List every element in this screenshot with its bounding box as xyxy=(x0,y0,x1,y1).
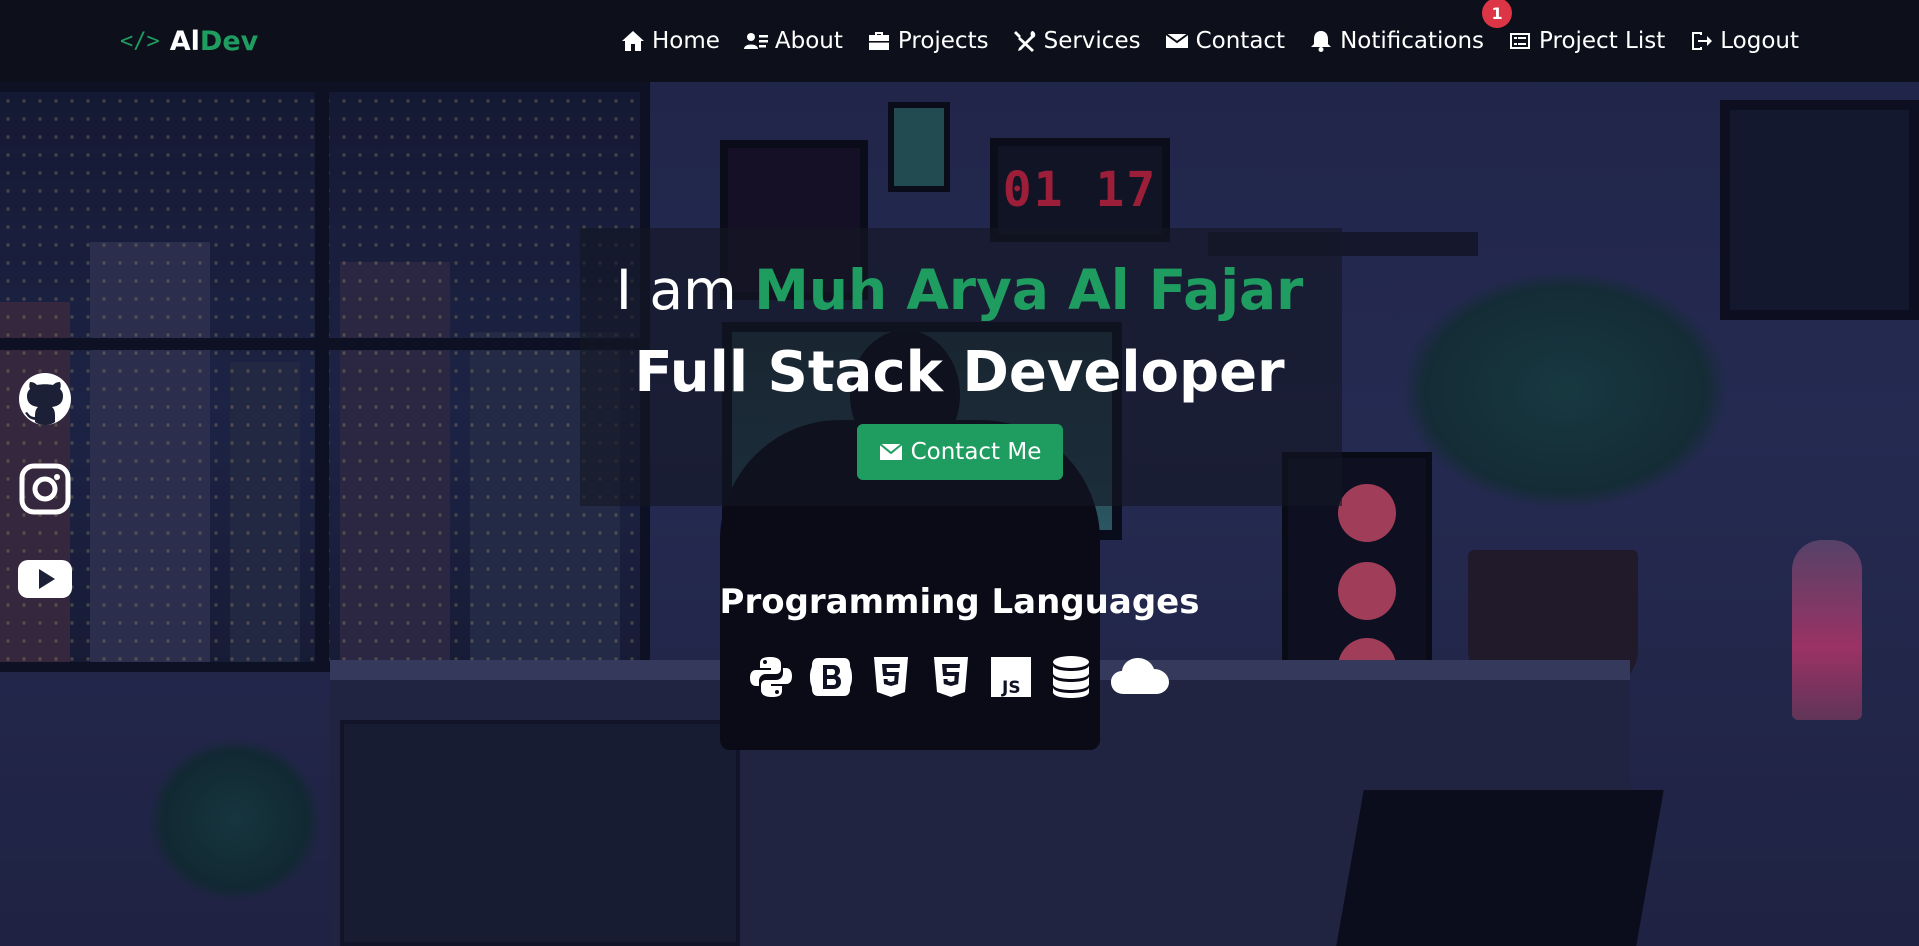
hero-greeting: I am Muh Arya Al Fajar xyxy=(0,258,1919,322)
list-icon xyxy=(1508,30,1532,52)
database-icon xyxy=(1048,654,1094,700)
nav-logout-label: Logout xyxy=(1720,28,1799,54)
logout-icon xyxy=(1689,30,1713,52)
nav-contact[interactable]: Contact xyxy=(1165,28,1285,54)
code-icon: </> xyxy=(120,28,160,54)
nav-project-list[interactable]: Project List xyxy=(1508,28,1665,54)
hero-role: Full Stack Developer xyxy=(634,340,1285,405)
nav-notifications[interactable]: Notifications 1 xyxy=(1309,0,1513,54)
nav-logout[interactable]: Logout xyxy=(1689,28,1799,54)
social-links xyxy=(16,372,74,606)
nav-services[interactable]: Services xyxy=(1013,28,1141,54)
instagram-icon xyxy=(19,463,71,515)
cloud-icon xyxy=(1108,654,1172,700)
github-icon xyxy=(19,373,71,425)
tools-icon xyxy=(1013,30,1037,52)
navbar: </> AlDev Home About Projects Services C… xyxy=(0,0,1919,82)
home-icon xyxy=(621,30,645,52)
bootstrap-icon xyxy=(808,654,854,700)
nav-notifications-label: Notifications xyxy=(1340,28,1485,54)
github-link[interactable] xyxy=(16,372,74,426)
nav-projects[interactable]: Projects xyxy=(867,28,989,54)
languages-title: Programming Languages xyxy=(719,582,1200,622)
nav-home[interactable]: Home xyxy=(621,28,720,54)
languages-icons: JS xyxy=(748,654,1172,700)
brand-name-part2: Dev xyxy=(199,25,259,57)
nav-about[interactable]: About xyxy=(743,28,843,54)
envelope-icon xyxy=(878,443,903,460)
hero-name: Muh Arya Al Fajar xyxy=(754,258,1304,322)
javascript-icon: JS xyxy=(988,654,1034,700)
nav-home-label: Home xyxy=(651,28,720,54)
hero-prefix: I am xyxy=(615,258,737,322)
bell-icon xyxy=(1309,30,1333,52)
briefcase-icon xyxy=(867,30,891,52)
python-icon xyxy=(748,654,794,700)
brand-logo[interactable]: </> AlDev xyxy=(120,26,258,57)
nav-project-list-label: Project List xyxy=(1539,28,1666,54)
nav-services-label: Services xyxy=(1043,28,1141,54)
youtube-link[interactable] xyxy=(16,552,74,606)
envelope-icon xyxy=(1165,30,1189,52)
css3-icon xyxy=(928,654,974,700)
nav-about-label: About xyxy=(774,28,843,54)
svg-text:JS: JS xyxy=(1001,678,1021,698)
brand-name-part1: Al xyxy=(169,25,200,57)
html5-icon xyxy=(868,654,914,700)
notification-badge: 1 xyxy=(1482,0,1513,28)
instagram-link[interactable] xyxy=(16,462,74,516)
nav-projects-label: Projects xyxy=(897,28,989,54)
nav-contact-label: Contact xyxy=(1195,28,1286,54)
contact-me-label: Contact Me xyxy=(910,439,1042,465)
nav-menu: Home About Projects Services Contact Not… xyxy=(621,0,1799,54)
user-card-icon xyxy=(743,30,768,52)
youtube-icon xyxy=(18,560,72,598)
contact-me-button[interactable]: Contact Me xyxy=(857,424,1063,480)
